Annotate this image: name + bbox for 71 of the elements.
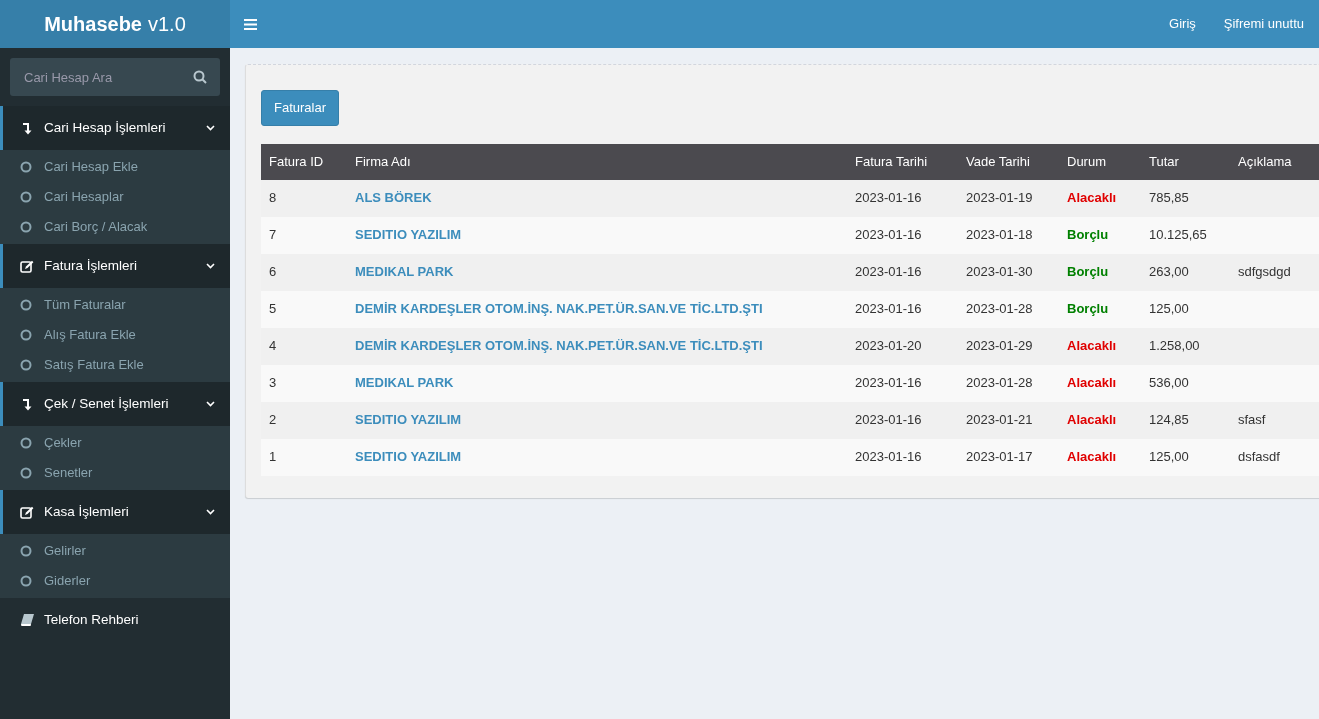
circle-icon [20, 575, 32, 587]
column-header: Fatura Tarihi [847, 143, 958, 180]
circle-icon [20, 329, 32, 341]
table-cell: 2023-01-16 [847, 216, 958, 254]
submenu-item[interactable]: Cari Hesaplar [0, 182, 230, 212]
circle-icon [20, 221, 32, 233]
column-header: Durum [1059, 143, 1141, 180]
table-cell: 125,00 [1141, 290, 1230, 328]
table-cell: 2023-01-18 [958, 216, 1059, 254]
menu-icon[interactable] [244, 18, 257, 30]
column-header: Vade Tarihi [958, 143, 1059, 180]
status-cell: Borçlu [1059, 216, 1141, 254]
table-cell: 536,00 [1141, 364, 1230, 402]
status-cell: Borçlu [1059, 290, 1141, 328]
circle-icon [20, 299, 32, 311]
search-icon[interactable] [193, 70, 207, 84]
sidebar-item[interactable]: Çek / Senet İşlemleri [0, 382, 230, 426]
table-cell: 10.125,65 [1141, 216, 1230, 254]
search-field[interactable]: Cari Hesap Ara [10, 58, 220, 96]
submenu-item[interactable]: Gelirler [0, 536, 230, 566]
column-header: Tutar [1141, 143, 1230, 180]
book-icon [20, 614, 34, 626]
submenu-item[interactable]: Çekler [0, 428, 230, 458]
edit-icon [20, 505, 34, 519]
sidebar-item[interactable]: Cari Hesap İşlemleri [0, 106, 230, 150]
arrow-down-icon [22, 397, 32, 411]
header-link[interactable]: Şifremi unuttu [1223, 14, 1304, 34]
circle-icon [20, 359, 32, 371]
header-link[interactable]: Giriş [1169, 14, 1196, 34]
firm-link[interactable]: ALS BÖREK [355, 190, 432, 206]
arrow-down-icon [22, 121, 32, 135]
submenu-item[interactable]: Alış Fatura Ekle [0, 320, 230, 350]
app-logo[interactable]: Muhasebe v1.0 [0, 0, 230, 48]
circle-icon [20, 467, 32, 479]
table-cell: 125,00 [1141, 438, 1230, 476]
submenu-item[interactable]: Satış Fatura Ekle [0, 350, 230, 380]
table-cell: 2023-01-28 [958, 364, 1059, 402]
table-cell: 2023-01-16 [847, 438, 958, 476]
edit-icon [20, 259, 34, 273]
table-cell: 2023-01-16 [847, 364, 958, 402]
table-cell: 7 [261, 216, 347, 254]
table-cell: 3 [261, 364, 347, 402]
submenu-item[interactable]: Giderler [0, 566, 230, 596]
column-header: Açıklama [1230, 143, 1319, 180]
firm-link[interactable]: MEDIKAL PARK [355, 264, 454, 280]
submenu-item[interactable]: Cari Borç / Alacak [0, 212, 230, 242]
submenu-item[interactable]: Senetler [0, 458, 230, 488]
column-header: Fatura ID [261, 143, 347, 180]
firm-link[interactable]: SEDITIO YAZILIM [355, 412, 462, 428]
circle-icon [20, 191, 32, 203]
sidebar-item[interactable]: Kasa İşlemleri [0, 490, 230, 534]
table-cell: 2023-01-28 [958, 290, 1059, 328]
invoices-button[interactable]: Faturalar [261, 90, 340, 126]
table-cell: 1 [261, 438, 347, 476]
firm-link[interactable]: MEDIKAL PARK [355, 375, 454, 391]
table-cell: 5 [261, 290, 347, 328]
circle-icon [20, 437, 32, 449]
submenu-item[interactable]: Tüm Faturalar [0, 290, 230, 320]
circle-icon [20, 545, 32, 557]
sidebar-item[interactable]: Fatura İşlemleri [0, 244, 230, 288]
firm-link[interactable]: SEDITIO YAZILIM [355, 449, 462, 465]
firm-link[interactable]: SEDITIO YAZILIM [355, 227, 462, 243]
firm-link[interactable]: DEMİR KARDEŞLER OTOM.İNŞ. NAK.PET.ÜR.SAN.VE TİC.LTD.ŞTI [355, 338, 763, 354]
submenu-item[interactable]: Cari Hesap Ekle [0, 152, 230, 182]
table-cell: 2023-01-17 [958, 438, 1059, 476]
circle-icon [20, 161, 32, 173]
status-cell: Alacaklı [1059, 438, 1141, 476]
table-cell: dsfasdf [1230, 438, 1319, 476]
status-cell: Alacaklı [1059, 364, 1141, 402]
table-cell: 2023-01-16 [847, 290, 958, 328]
column-header: Firma Adı [347, 143, 847, 180]
